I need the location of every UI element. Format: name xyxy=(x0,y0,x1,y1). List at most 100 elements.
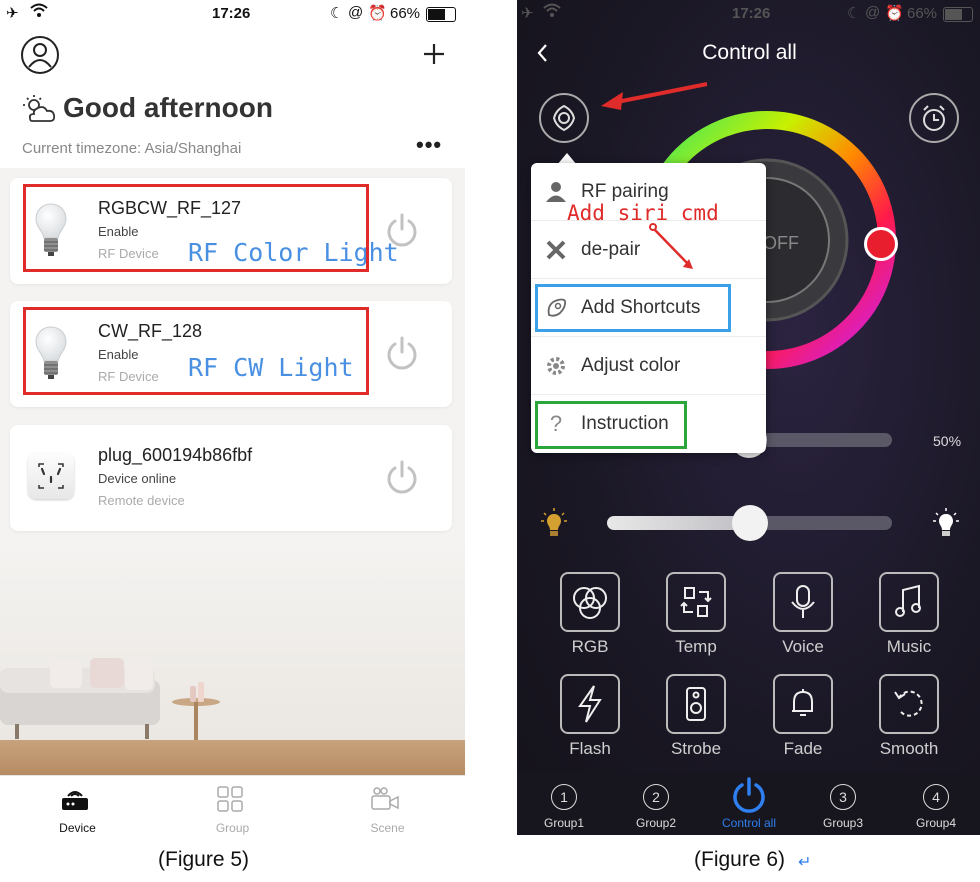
status-time: 17:26 xyxy=(212,5,251,22)
temp-button[interactable] xyxy=(666,572,726,632)
device-card[interactable]: RGBCW_RF_127 Enable RF Device RF Color L… xyxy=(10,178,452,284)
group-number-icon: 2 xyxy=(643,784,669,810)
wifi-icon xyxy=(30,2,48,22)
control-label: Smooth xyxy=(879,739,939,758)
device-card[interactable]: plug_600194b86fbf Device online Remote d… xyxy=(10,425,452,531)
group-number-icon: 1 xyxy=(551,784,577,810)
gear-icon xyxy=(547,357,565,375)
control-label: Fade xyxy=(783,739,823,758)
rgb-button[interactable] xyxy=(560,572,620,632)
close-icon xyxy=(546,240,566,260)
power-icon[interactable] xyxy=(384,335,420,371)
tab-group[interactable]: Group xyxy=(155,776,310,835)
menu-item-adjust-color[interactable]: Adjust color xyxy=(531,337,766,395)
fade-button[interactable] xyxy=(773,674,833,734)
temperature-slider-thumb[interactable] xyxy=(731,505,768,541)
alarm-icon: ⏰ xyxy=(885,5,904,22)
control-label: Temp xyxy=(675,637,717,656)
menu-item-add-shortcuts[interactable]: Add Shortcuts xyxy=(531,279,766,337)
person-icon xyxy=(546,182,566,202)
menu-item-instruction[interactable]: ? Instruction xyxy=(531,395,766,452)
tab-label: Group xyxy=(215,821,250,835)
plug-icon xyxy=(28,453,74,499)
status-bar: ✈ 17:26 ☾ @ ⏰ 66% xyxy=(0,0,465,28)
right-phone-screen: ✈ 17:26 ☾ @ ⏰ 66% Control all OFF 50% RG… xyxy=(517,0,980,835)
battery-percent: 66% xyxy=(390,5,421,22)
group-label: Group1 xyxy=(543,816,585,830)
power-icon xyxy=(733,777,765,813)
swap-icon xyxy=(680,587,712,617)
microphone-icon xyxy=(791,585,815,618)
tab-label: Device xyxy=(59,821,96,835)
group-number-icon: 4 xyxy=(923,784,949,810)
voice-button[interactable] xyxy=(773,572,833,632)
group-label: Group4 xyxy=(915,816,957,830)
timer-button[interactable] xyxy=(909,93,959,143)
page-title: Control all xyxy=(702,41,797,64)
wifi-icon xyxy=(543,2,561,22)
group-label: Control all xyxy=(721,816,777,830)
off-label: OFF xyxy=(763,233,799,253)
weather-icon xyxy=(23,95,56,122)
lock-rotation-icon: @ xyxy=(348,4,364,21)
group-label: Group2 xyxy=(635,816,677,830)
camera-icon xyxy=(371,787,399,810)
alarm-icon: ⏰ xyxy=(368,5,387,22)
music-note-icon xyxy=(895,584,921,617)
figure-caption: (Figure 5) xyxy=(158,848,250,871)
menu-item-label: RF pairing xyxy=(581,181,669,202)
brightness-slider[interactable] xyxy=(747,433,892,447)
settings-button[interactable] xyxy=(539,93,589,143)
highlight-box xyxy=(535,401,687,449)
group-label: Group3 xyxy=(822,816,864,830)
speaker-icon xyxy=(686,687,706,721)
device-state: Device online xyxy=(98,471,177,486)
tab-scene[interactable]: Scene xyxy=(310,776,465,835)
back-icon[interactable] xyxy=(535,42,551,64)
control-label: RGB xyxy=(571,637,609,656)
lock-rotation-icon: @ xyxy=(865,4,881,21)
add-icon[interactable] xyxy=(422,42,446,66)
flower-settings-icon xyxy=(552,104,576,132)
power-icon[interactable] xyxy=(384,212,420,248)
floor-background xyxy=(0,740,465,775)
device-card[interactable]: CW_RF_128 Enable RF Device RF CW Light xyxy=(10,301,452,407)
tab-bar: Device Group Scene xyxy=(0,775,465,835)
grid-icon xyxy=(217,786,243,812)
lightning-icon xyxy=(578,685,602,723)
highlight-box xyxy=(23,307,369,395)
strobe-button[interactable] xyxy=(666,674,726,734)
control-label: Voice xyxy=(782,637,824,656)
control-label: Flash xyxy=(569,739,611,758)
highlight-box xyxy=(535,284,731,332)
device-name: plug_600194b86fbf xyxy=(98,445,253,465)
battery-icon xyxy=(943,7,973,22)
tab-device[interactable]: Device xyxy=(0,776,155,835)
more-icon[interactable]: ••• xyxy=(416,132,442,158)
menu-item-label: de-pair xyxy=(581,239,641,260)
avatar-icon[interactable] xyxy=(20,35,60,75)
smooth-button[interactable] xyxy=(879,674,939,734)
return-mark-icon: ↵ xyxy=(798,854,812,871)
warm-light-icon xyxy=(541,508,567,536)
router-icon xyxy=(62,791,88,810)
alarm-clock-icon xyxy=(923,105,945,131)
menu-item-label: Adjust color xyxy=(581,355,681,376)
control-label: Strobe xyxy=(670,739,722,758)
moon-icon: ☾ xyxy=(330,5,344,22)
settings-menu: RF pairing Add siri cmd de-pair Add Shor… xyxy=(531,163,766,453)
music-button[interactable] xyxy=(879,572,939,632)
cool-light-icon xyxy=(933,508,959,536)
color-picker-handle[interactable] xyxy=(864,227,898,261)
greeting: Good afternoon xyxy=(63,92,273,123)
timezone-text: Current timezone: Asia/Shanghai xyxy=(22,140,242,157)
bell-icon xyxy=(792,689,813,716)
annotation-arrow xyxy=(649,223,693,269)
flash-button[interactable] xyxy=(560,674,620,734)
device-type: Remote device xyxy=(98,493,185,508)
rgb-circles-icon xyxy=(573,587,607,619)
tab-label: Scene xyxy=(370,821,405,835)
power-icon[interactable] xyxy=(384,459,420,495)
rotate-icon xyxy=(894,690,923,717)
moon-icon: ☾ xyxy=(847,5,861,22)
